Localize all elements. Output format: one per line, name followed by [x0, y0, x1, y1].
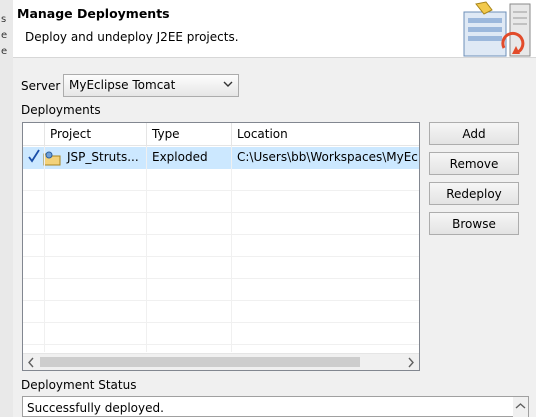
- table-row-empty: [23, 169, 419, 191]
- table-row-empty: [23, 213, 419, 235]
- deployment-status-box: Successfully deployed.: [22, 396, 529, 417]
- dialog-title: Manage Deployments: [17, 6, 170, 21]
- status-message: Successfully deployed.: [27, 401, 164, 415]
- scrollbar-thumb[interactable]: [40, 357, 360, 367]
- folder-project-icon: [43, 151, 61, 166]
- table-row[interactable]: JSP_Struts... Exploded C:\Users\bb\Works…: [23, 147, 419, 169]
- cell-type: Exploded: [152, 150, 208, 164]
- deploy-banner-icon: [463, 1, 531, 57]
- edge-char: e: [1, 46, 8, 57]
- table-row-empty: [23, 235, 419, 257]
- table-header: Project Type Location: [23, 123, 419, 146]
- scroll-left-icon[interactable]: [23, 354, 40, 371]
- table-row-empty: [23, 191, 419, 213]
- column-header-location[interactable]: Location: [232, 123, 419, 146]
- table-row-empty: [23, 323, 419, 345]
- manage-deployments-dialog: Manage Deployments Deploy and undeploy J…: [13, 0, 536, 417]
- dialog-header: Manage Deployments Deploy and undeploy J…: [13, 0, 536, 58]
- scroll-up-icon[interactable]: [513, 397, 528, 417]
- edge-char: e: [1, 30, 8, 41]
- chevron-down-icon: [223, 81, 233, 87]
- column-header-project[interactable]: Project: [45, 123, 147, 146]
- deployments-table: Project Type Location JSP_Struts... Expl…: [22, 122, 420, 371]
- deployment-status-label: Deployment Status: [21, 378, 137, 392]
- table-row-empty: [23, 279, 419, 301]
- cell-location: C:\Users\bb\Workspaces\MyEc: [237, 150, 418, 164]
- remove-button[interactable]: Remove: [429, 152, 519, 175]
- scroll-right-icon[interactable]: [402, 354, 419, 371]
- browse-button[interactable]: Browse: [429, 212, 519, 235]
- horizontal-scrollbar[interactable]: [23, 353, 419, 370]
- column-header-type[interactable]: Type: [147, 123, 232, 146]
- server-label: Server: [21, 79, 61, 93]
- background-window-edge: s e e: [0, 0, 13, 417]
- grid-line: [231, 146, 232, 352]
- grid-line: [146, 146, 147, 352]
- deployments-label: Deployments: [21, 103, 101, 117]
- add-button[interactable]: Add: [429, 122, 519, 145]
- column-header-check[interactable]: [23, 123, 45, 146]
- grid-line: [44, 146, 45, 352]
- table-row-empty: [23, 301, 419, 323]
- redeploy-button[interactable]: Redeploy: [429, 182, 519, 205]
- dialog-description: Deploy and undeploy J2EE projects.: [25, 30, 239, 44]
- check-icon[interactable]: [27, 148, 41, 164]
- server-selected-value: MyEclipse Tomcat: [69, 78, 176, 92]
- edge-char: s: [1, 14, 7, 25]
- cell-project: JSP_Struts...: [67, 150, 139, 164]
- table-row-empty: [23, 257, 419, 279]
- server-dropdown[interactable]: MyEclipse Tomcat: [63, 74, 239, 97]
